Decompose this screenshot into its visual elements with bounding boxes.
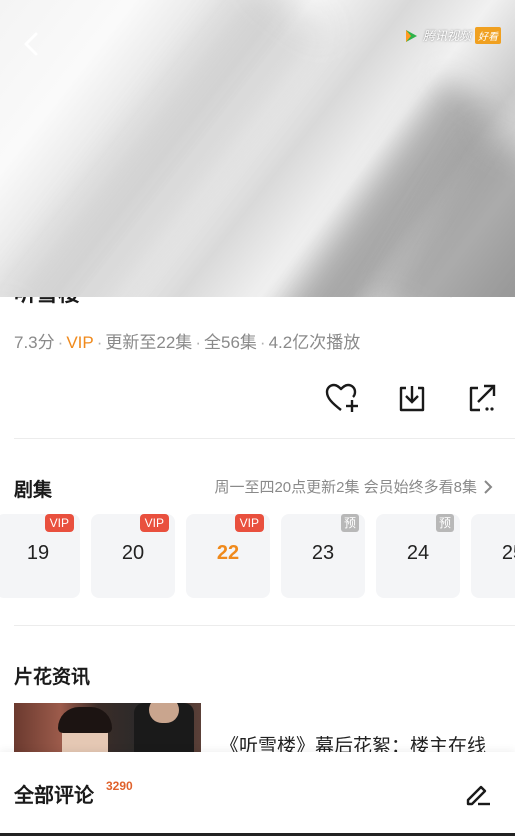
play-count: 4.2亿次播放 <box>268 333 361 352</box>
vip-label: VIP <box>66 333 94 352</box>
show-meta: 7.3分 · VIP · 更新至22集 · 全56集 · 4.2亿次播放 <box>14 333 361 352</box>
video-player[interactable]: 腾讯视频 好看 <box>0 0 515 297</box>
write-comment-button[interactable] <box>463 778 493 808</box>
vip-tag: VIP <box>44 514 74 532</box>
preview-tag: 预 <box>435 514 454 532</box>
episode-item[interactable]: VIP 20 <box>91 514 175 598</box>
favorite-button[interactable] <box>324 380 360 416</box>
logo-text: 腾讯视频 <box>422 29 471 43</box>
play-logo-icon <box>405 29 417 42</box>
back-button[interactable] <box>14 26 50 62</box>
episode-item[interactable]: 预 23 <box>281 514 365 598</box>
pencil-icon <box>466 785 490 806</box>
episode-item[interactable]: 预 25 <box>471 514 515 598</box>
divider <box>14 438 515 439</box>
episodes-update-note[interactable]: 周一至四20点更新2集 会员始终多看8集 <box>214 476 493 497</box>
total-episodes: 全56集 <box>203 333 257 352</box>
episode-item-current[interactable]: VIP 22 <box>186 514 270 598</box>
logo-badge: 好看 <box>475 27 501 44</box>
rating: 7.3分 <box>14 333 55 352</box>
episode-item[interactable]: VIP 19 <box>0 514 80 598</box>
episode-list[interactable]: VIP 19 VIP 20 VIP 22 预 23 预 24 预 25 <box>0 514 515 598</box>
vip-tag: VIP <box>234 514 264 532</box>
comment-bar: 全部评论 3290 <box>0 752 515 836</box>
episode-number: 22 <box>216 542 240 564</box>
action-bar <box>0 380 515 416</box>
update-status: 更新至22集 <box>105 333 193 352</box>
episode-number: 19 <box>26 542 50 564</box>
chevron-right-icon <box>484 479 493 494</box>
share-button[interactable] <box>464 380 500 416</box>
episodes-section-title: 剧集 <box>14 480 53 501</box>
download-button[interactable] <box>394 380 430 416</box>
share-icon <box>469 384 496 412</box>
chevron-left-icon <box>24 32 38 56</box>
thumbnail-figure <box>58 707 112 733</box>
episode-number: 24 <box>406 542 430 564</box>
comment-count: 3290 <box>106 779 133 793</box>
tencent-video-logo: 腾讯视频 好看 <box>403 27 501 44</box>
episode-number: 20 <box>121 542 145 564</box>
episode-number: 25 <box>501 542 515 564</box>
vip-tag: VIP <box>139 514 169 532</box>
all-comments-label[interactable]: 全部评论 <box>14 779 94 808</box>
clips-section-title: 片花资讯 <box>14 667 91 688</box>
episode-item[interactable]: 预 24 <box>376 514 460 598</box>
divider <box>14 625 515 626</box>
download-icon <box>399 386 425 412</box>
preview-tag: 预 <box>340 514 359 532</box>
heart-plus-icon <box>325 383 358 412</box>
episode-number: 23 <box>311 542 335 564</box>
episodes-note-text: 周一至四20点更新2集 会员始终多看8集 <box>214 479 477 496</box>
